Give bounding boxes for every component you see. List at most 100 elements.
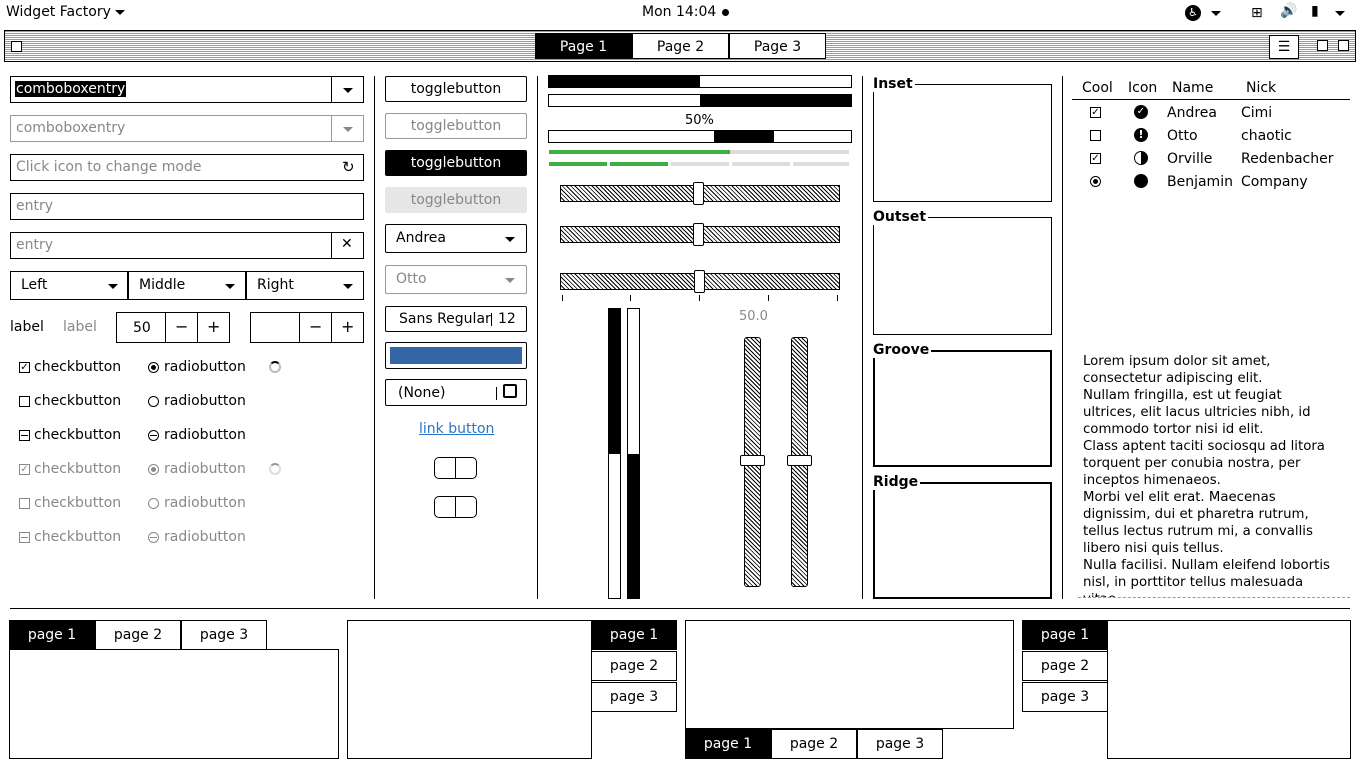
tree-row-4-nick[interactable]: Company — [1241, 174, 1308, 190]
notebook-3-tab-1[interactable]: page 1 — [685, 729, 771, 759]
radiobutton-selected[interactable] — [148, 362, 159, 373]
togglebutton-1[interactable]: togglebutton — [385, 76, 527, 102]
file-chooser-button[interactable]: (None) — [385, 379, 527, 406]
link-button[interactable]: link button — [419, 421, 494, 437]
tree-row-3-nick[interactable]: Redenbacher — [1241, 151, 1334, 167]
plus-icon[interactable]: + — [341, 317, 354, 336]
unmaximize-icon[interactable] — [1317, 40, 1328, 51]
entry-1-value[interactable]: entry — [16, 198, 53, 214]
frame-inset — [873, 84, 1052, 202]
tree-row-1-cool-check[interactable]: ✓ — [1090, 107, 1101, 118]
stack-switcher-page-2[interactable]: Page 2 — [632, 33, 729, 59]
font-button[interactable]: Sans Regular 12 — [385, 306, 527, 332]
font-size: 12 — [498, 311, 516, 327]
togglebutton-3[interactable]: togglebutton — [385, 150, 527, 176]
spin-button-2[interactable]: − + — [250, 312, 364, 343]
togglebutton-4: togglebutton — [385, 187, 527, 213]
hscale-3-handle[interactable] — [694, 270, 705, 293]
restore-icon[interactable] — [1338, 40, 1349, 51]
battery-icon[interactable]: ▮ — [1311, 3, 1319, 19]
checkbutton-unchecked[interactable] — [19, 396, 30, 407]
tree-row-4-cool-radio[interactable] — [1090, 176, 1101, 187]
face-monkey-icon — [1134, 174, 1148, 188]
stack-switcher-page-1[interactable]: Page 1 — [535, 33, 632, 59]
tree-row-2-name[interactable]: Otto — [1167, 128, 1198, 144]
notebook-1-tab-3[interactable]: page 3 — [181, 620, 267, 650]
minus-icon[interactable]: − — [309, 317, 322, 336]
notebook-3-tab-3[interactable]: page 3 — [857, 729, 943, 759]
checkbutton-inconsistent[interactable] — [19, 430, 30, 441]
combo-left[interactable]: Left — [10, 271, 128, 300]
notebook-4-tab-1[interactable]: page 1 — [1022, 620, 1108, 650]
entry-1[interactable]: entry — [10, 193, 364, 220]
spin-button-1[interactable]: 50 − + — [116, 312, 230, 343]
entry-2[interactable]: entry ✕ — [10, 232, 364, 259]
column-header-nick[interactable]: Nick — [1246, 80, 1276, 96]
switch-1[interactable] — [434, 457, 477, 479]
notebook-2-tab-1[interactable]: page 1 — [591, 620, 677, 650]
clear-icon[interactable]: ✕ — [341, 236, 353, 252]
notebook-2-tab-3[interactable]: page 3 — [591, 682, 677, 712]
notebook-2-tab-2[interactable]: page 2 — [591, 651, 677, 681]
system-menu-chevron-icon[interactable] — [1335, 11, 1345, 16]
combobox-entry-2-value[interactable]: comboboxentry — [16, 120, 125, 136]
entry-2-value[interactable]: entry — [16, 237, 53, 253]
combo-middle[interactable]: Middle — [128, 271, 246, 300]
tree-row-4-name[interactable]: Benjamin — [1167, 174, 1233, 190]
togglebutton-2[interactable]: togglebutton — [385, 113, 527, 139]
tree-row-3-name[interactable]: Orville — [1167, 151, 1212, 167]
accessibility-icon[interactable]: ♿ — [1185, 5, 1201, 21]
combobox-entry-2[interactable]: comboboxentry — [10, 115, 364, 142]
notebook-4-page — [1107, 620, 1351, 759]
checkbutton-checked[interactable]: ✓ — [19, 362, 30, 373]
text-view-line: Nulla facilisi. Nullam eleifend lobortis — [1083, 558, 1330, 573]
color-button[interactable] — [385, 342, 527, 369]
mode-entry[interactable]: Click icon to change mode ↻ — [10, 154, 364, 181]
notebook-4-tab-2[interactable]: page 2 — [1022, 651, 1108, 681]
refresh-icon[interactable]: ↻ — [342, 158, 355, 176]
combo-andrea[interactable]: Andrea — [385, 224, 527, 253]
spin-button-1-value[interactable]: 50 — [133, 320, 151, 336]
text-view-line: commodo tortor nisi id elit. — [1083, 422, 1264, 437]
combo-otto[interactable]: Otto — [385, 265, 527, 294]
chevron-down-icon[interactable] — [343, 127, 353, 132]
combobox-entry-1-value[interactable]: comboboxentry — [15, 81, 127, 97]
stack-switcher-page-3[interactable]: Page 3 — [729, 33, 826, 59]
plus-icon[interactable]: + — [207, 317, 220, 336]
notebook-1-tab-2[interactable]: page 2 — [95, 620, 181, 650]
notebook-3-tab-2[interactable]: page 2 — [771, 729, 857, 759]
hscale-2-handle[interactable] — [693, 223, 704, 246]
moon-icon — [1134, 151, 1148, 165]
text-view[interactable]: Lorem ipsum dolor sit amet, consectetur a… — [1083, 353, 1348, 597]
column-header-cool[interactable]: Cool — [1082, 80, 1113, 96]
clock[interactable]: Mon 14:04 — [642, 4, 716, 20]
tree-row-3-cool-check[interactable]: ✓ — [1090, 153, 1101, 164]
network-icon[interactable]: ⊞ — [1251, 5, 1263, 21]
tree-row-1-nick[interactable]: Cimi — [1241, 105, 1272, 121]
level-block — [793, 162, 849, 166]
volume-icon[interactable]: 🔊 — [1280, 3, 1297, 19]
notebook-4-tab-3[interactable]: page 3 — [1022, 682, 1108, 712]
column-header-icon[interactable]: Icon — [1128, 80, 1157, 96]
minus-icon[interactable]: − — [175, 317, 188, 336]
notebook-1-tab-1[interactable]: page 1 — [9, 620, 95, 650]
tree-row-2-cool-check[interactable] — [1090, 130, 1101, 141]
hamburger-menu-button[interactable]: ☰ — [1269, 35, 1299, 59]
app-menu[interactable]: Widget Factory — [6, 4, 126, 20]
radiobutton-inconsistent[interactable] — [148, 430, 159, 441]
column-header-name[interactable]: Name — [1172, 80, 1213, 96]
window-checkbox-icon[interactable] — [11, 41, 22, 52]
chevron-down-icon[interactable] — [343, 88, 353, 93]
vscale-1-handle[interactable] — [740, 455, 765, 466]
combobox-entry-1[interactable]: comboboxentry — [10, 76, 364, 103]
radiobutton-unselected[interactable] — [148, 396, 159, 407]
hscale-1-handle[interactable] — [693, 182, 704, 205]
switch-2[interactable] — [434, 496, 477, 518]
tree-row-2-nick[interactable]: chaotic — [1241, 128, 1292, 144]
combo-right[interactable]: Right — [246, 271, 364, 300]
file-divider — [496, 387, 497, 400]
tree-row-1-name[interactable]: Andrea — [1167, 105, 1217, 121]
accessibility-chevron-icon[interactable] — [1211, 11, 1221, 16]
vprogress-fill — [628, 454, 639, 598]
vscale-2-handle[interactable] — [787, 455, 812, 466]
